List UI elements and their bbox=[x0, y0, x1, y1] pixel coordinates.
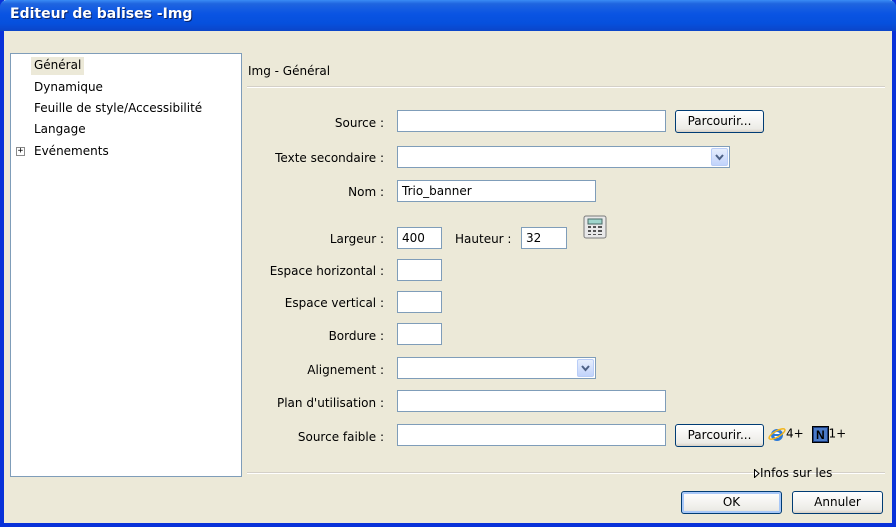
panel-title: Img - Général bbox=[248, 64, 331, 78]
source-input[interactable] bbox=[397, 110, 666, 132]
tree-item-langage[interactable]: Langage bbox=[34, 121, 86, 139]
infos-toggle[interactable]: Infos sur les bbox=[754, 466, 832, 480]
plan-utilisation-label: Plan d'utilisation : bbox=[276, 396, 384, 410]
source-label: Source : bbox=[334, 116, 384, 130]
category-tree[interactable]: Général Dynamique Feuille de style/Acces… bbox=[10, 53, 242, 477]
parcourir-faible-button[interactable]: Parcourir... bbox=[675, 424, 764, 447]
ie-icon bbox=[768, 428, 786, 441]
nom-label: Nom : bbox=[348, 185, 384, 199]
tree-item-dynamique[interactable]: Dynamique bbox=[34, 79, 103, 97]
expand-plus-icon[interactable]: + bbox=[16, 147, 25, 156]
calculator-icon[interactable] bbox=[583, 215, 607, 239]
source-faible-label: Source faible : bbox=[297, 430, 384, 444]
window-title: Editeur de balises -Img bbox=[10, 6, 193, 22]
bordure-input[interactable] bbox=[397, 323, 442, 345]
tree-item-evenements[interactable]: Evénements bbox=[34, 143, 109, 161]
parcourir-button[interactable]: Parcourir... bbox=[675, 110, 764, 133]
panel-divider bbox=[247, 86, 885, 88]
hauteur-label: Hauteur : bbox=[455, 232, 512, 246]
largeur-input[interactable]: 400 bbox=[397, 227, 442, 249]
title-bar[interactable]: Editeur de balises -Img bbox=[0, 0, 896, 31]
netscape-version: 1+ bbox=[828, 426, 847, 441]
ie-version: 4+ bbox=[786, 426, 804, 441]
annuler-button[interactable]: Annuler bbox=[792, 491, 883, 514]
tree-item-feuille-de-style[interactable]: Feuille de style/Accessibilité bbox=[34, 100, 202, 118]
texte-secondaire-label: Texte secondaire : bbox=[275, 151, 384, 165]
infos-label: Infos sur les bbox=[760, 466, 833, 480]
texte-secondaire-combo[interactable] bbox=[397, 146, 730, 168]
espace-horizontal-label: Espace horizontal : bbox=[269, 264, 384, 278]
plan-utilisation-input[interactable] bbox=[397, 390, 666, 412]
alignement-label: Alignement : bbox=[307, 363, 384, 377]
nom-input[interactable]: Trio_banner bbox=[397, 180, 596, 202]
espace-vertical-label: Espace vertical : bbox=[284, 296, 384, 310]
hauteur-input[interactable]: 32 bbox=[521, 227, 567, 249]
espace-horizontal-input[interactable] bbox=[397, 259, 442, 281]
bordure-label: Bordure : bbox=[328, 329, 384, 343]
tree-item-general[interactable]: Général bbox=[31, 57, 85, 75]
netscape-icon: N bbox=[811, 425, 829, 443]
espace-vertical-input[interactable] bbox=[397, 291, 442, 313]
alignement-combo[interactable] bbox=[397, 357, 596, 379]
source-faible-input[interactable] bbox=[397, 424, 666, 446]
ok-button[interactable]: OK bbox=[681, 491, 782, 514]
svg-text:N: N bbox=[816, 428, 825, 442]
browser-support: 4+ N 1+ bbox=[768, 425, 846, 443]
chevron-down-icon[interactable] bbox=[711, 148, 728, 166]
chevron-down-icon[interactable] bbox=[577, 359, 594, 377]
dialog-window: Editeur de balises -Img Général Dynamiqu… bbox=[0, 0, 896, 527]
largeur-label: Largeur : bbox=[329, 232, 384, 246]
